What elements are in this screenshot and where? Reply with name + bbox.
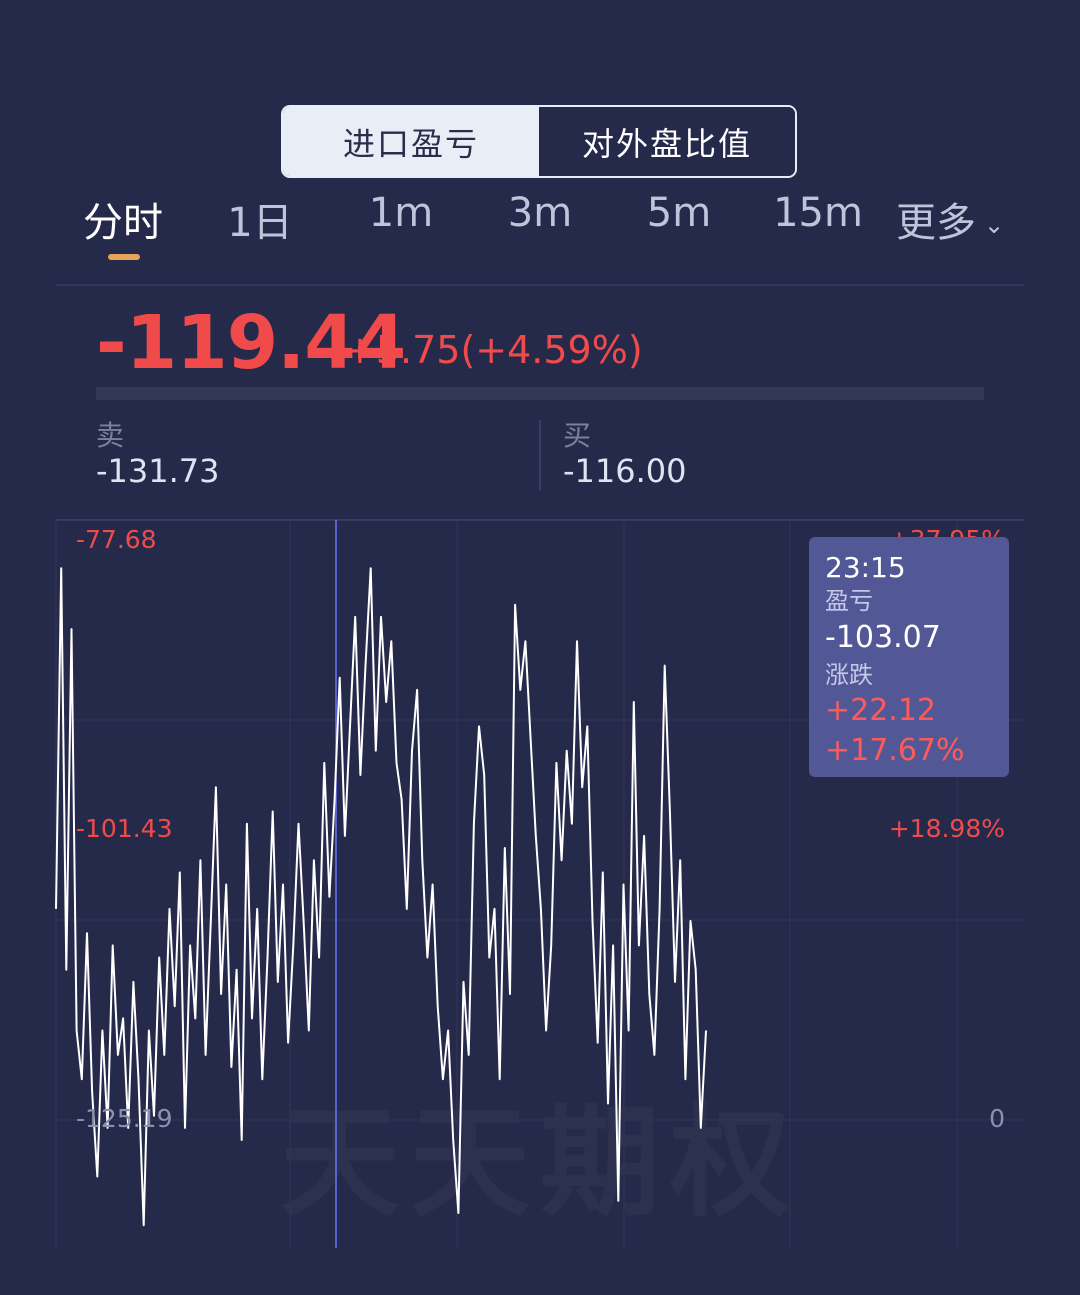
tab-5m[interactable]: 5m <box>647 190 711 236</box>
buy-value: -116.00 <box>563 452 687 490</box>
left-axis-top: -77.68 <box>76 525 157 554</box>
left-axis-bottom: -125.19 <box>76 1104 173 1133</box>
tooltip-change-label: 涨跌 <box>825 661 873 689</box>
tab-3m[interactable]: 3m <box>508 190 572 236</box>
chart-tooltip: 23:15 盈亏 -103.07 涨跌 +22.12 +17.67% <box>809 537 1009 777</box>
tooltip-change-pct: +17.67% <box>825 733 965 768</box>
sell-value: -131.73 <box>96 452 220 490</box>
tooltip-time: 23:15 <box>825 551 906 584</box>
right-axis-bottom: 0 <box>989 1104 1005 1133</box>
tab-15m[interactable]: 15m <box>773 190 863 236</box>
tooltip-value-label: 盈亏 <box>825 587 873 615</box>
tab-more-label: 更多 <box>895 200 976 246</box>
divider <box>56 284 1024 286</box>
price-bar <box>96 387 984 400</box>
sell-label: 卖 <box>96 419 125 452</box>
segment-external-ratio[interactable]: 对外盘比值 <box>539 107 795 176</box>
bidask-divider <box>539 420 541 490</box>
tooltip-change: +22.12 <box>825 693 937 728</box>
right-axis-mid: +18.98% <box>889 814 1005 843</box>
buy-label: 买 <box>563 419 592 452</box>
chevron-down-icon: ⌄ <box>983 211 1005 239</box>
period-tabs: 分时 1日 1m 3m 5m 15m 更多 ⌄ <box>0 190 1080 260</box>
left-axis-mid: -101.43 <box>76 814 173 843</box>
tab-more[interactable]: 更多 ⌄ <box>896 190 1004 248</box>
tooltip-value: -103.07 <box>825 620 941 655</box>
mode-segmented-control: 进口盈亏 对外盘比值 <box>281 105 797 178</box>
tab-1day[interactable]: 1日 <box>227 190 292 248</box>
tab-1m[interactable]: 1m <box>369 190 433 236</box>
active-tab-indicator <box>108 254 140 260</box>
tab-intraday[interactable]: 分时 <box>83 190 163 248</box>
price-change: +5.75(+4.59%) <box>344 328 643 372</box>
segment-import-profit[interactable]: 进口盈亏 <box>283 107 539 176</box>
